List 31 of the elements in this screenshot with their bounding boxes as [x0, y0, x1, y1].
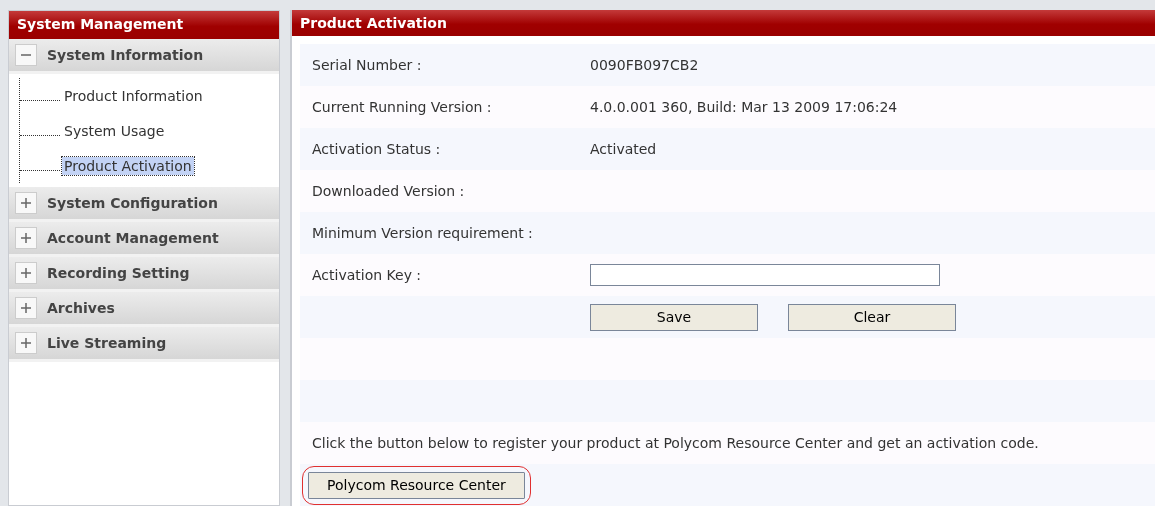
- expand-icon[interactable]: [15, 227, 37, 249]
- clear-button[interactable]: Clear: [788, 303, 956, 331]
- sidebar-group[interactable]: Recording Setting: [9, 257, 279, 292]
- field-value: 0090FB097CB2: [590, 57, 700, 73]
- activation-key-field[interactable]: [590, 264, 940, 286]
- expand-icon[interactable]: [15, 192, 37, 214]
- sidebar-group[interactable]: Live Streaming: [9, 327, 279, 362]
- expand-icon[interactable]: [15, 332, 37, 354]
- field-label: Minimum Version requirement :: [312, 225, 534, 241]
- collapse-icon[interactable]: [15, 44, 37, 66]
- panel-title: Product Activation: [292, 10, 1155, 36]
- instruction-text: Click the button below to register your product at Polycom Resource Center and get an activation code.: [312, 435, 1039, 451]
- sidebar-group[interactable]: Account Management: [9, 222, 279, 257]
- field-label: Activation Status :: [312, 141, 442, 157]
- sidebar-group[interactable]: System Configuration: [9, 187, 279, 222]
- expand-icon[interactable]: [15, 297, 37, 319]
- expand-icon[interactable]: [15, 262, 37, 284]
- field-label: Downloaded Version :: [312, 183, 466, 199]
- sidebar-title: System Management: [9, 11, 279, 39]
- sidebar-item[interactable]: Product Information: [62, 86, 205, 105]
- save-button[interactable]: Save: [590, 303, 758, 331]
- field-label: Current Running Version :: [312, 99, 493, 115]
- sidebar-item[interactable]: Product Activation: [62, 156, 194, 175]
- resource-center-button[interactable]: Polycom Resource Center: [308, 471, 525, 499]
- field-value: 4.0.0.001 360, Build: Mar 13 2009 17:06:24: [590, 99, 899, 115]
- field-label: Serial Number :: [312, 57, 423, 73]
- sidebar-group[interactable]: Archives: [9, 292, 279, 327]
- sidebar-item[interactable]: System Usage: [62, 121, 167, 140]
- field-label: Activation Key :: [312, 267, 423, 283]
- sidebar-group[interactable]: System Information: [9, 39, 279, 74]
- field-value: Activated: [590, 141, 658, 157]
